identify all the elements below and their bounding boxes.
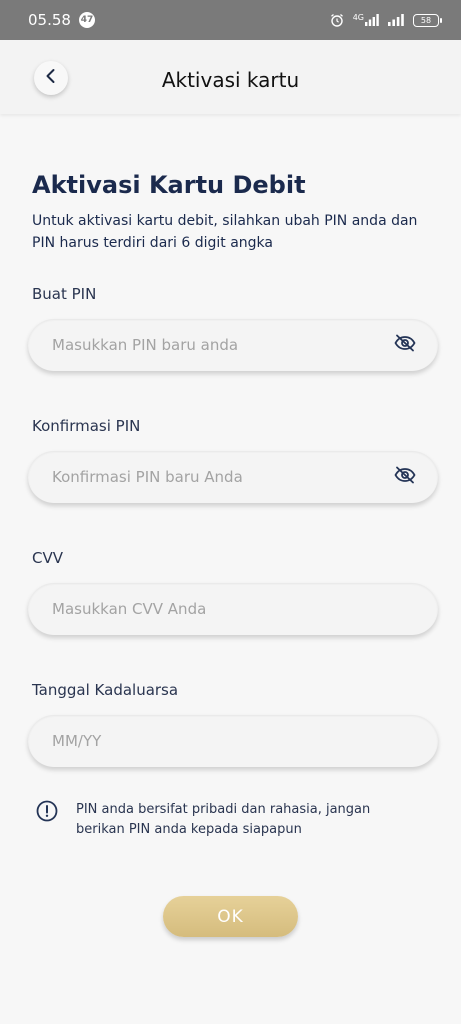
confirm-pin-field [28, 451, 438, 503]
eye-off-icon [394, 466, 416, 488]
status-bar: 05.58 47 4G 58 [0, 0, 461, 40]
page-title: Aktivasi Kartu Debit [32, 171, 306, 199]
new-pin-input[interactable] [52, 336, 392, 354]
cvv-field [28, 583, 438, 635]
cvv-label: CVV [32, 549, 63, 567]
expiry-input[interactable] [52, 732, 418, 750]
alarm-icon [330, 13, 344, 27]
confirm-pin-label: Konfirmasi PIN [32, 417, 141, 435]
intro-text: Untuk aktivasi kartu debit, silahkan uba… [32, 213, 418, 251]
ok-button[interactable]: OK [163, 896, 298, 937]
cvv-input[interactable] [52, 600, 418, 618]
signal-icon-2 [388, 14, 404, 26]
new-pin-label: Buat PIN [32, 285, 97, 303]
eye-off-icon [394, 334, 416, 356]
signal-icon: 4G [353, 14, 379, 26]
confirm-pin-input[interactable] [52, 468, 392, 486]
toggle-visibility-button[interactable] [392, 332, 418, 358]
app-header: Aktivasi kartu [0, 40, 461, 114]
new-pin-field [28, 319, 438, 371]
notification-badge: 47 [78, 12, 95, 28]
status-time: 05.58 [28, 11, 71, 29]
info-circle-icon [36, 800, 58, 826]
status-right: 4G 58 [330, 13, 442, 27]
status-left: 05.58 47 [28, 11, 95, 29]
privacy-notice: PIN anda bersifat pribadi dan rahasia, j… [36, 800, 416, 840]
header-title: Aktivasi kartu [161, 68, 300, 92]
toggle-visibility-button[interactable] [392, 464, 418, 490]
network-label: 4G [352, 13, 364, 22]
expiry-label: Tanggal Kadaluarsa [32, 681, 179, 699]
battery-icon: 58 [413, 13, 442, 27]
expiry-field [28, 715, 438, 767]
notice-text: PIN anda bersifat pribadi dan rahasia, j… [76, 802, 371, 837]
